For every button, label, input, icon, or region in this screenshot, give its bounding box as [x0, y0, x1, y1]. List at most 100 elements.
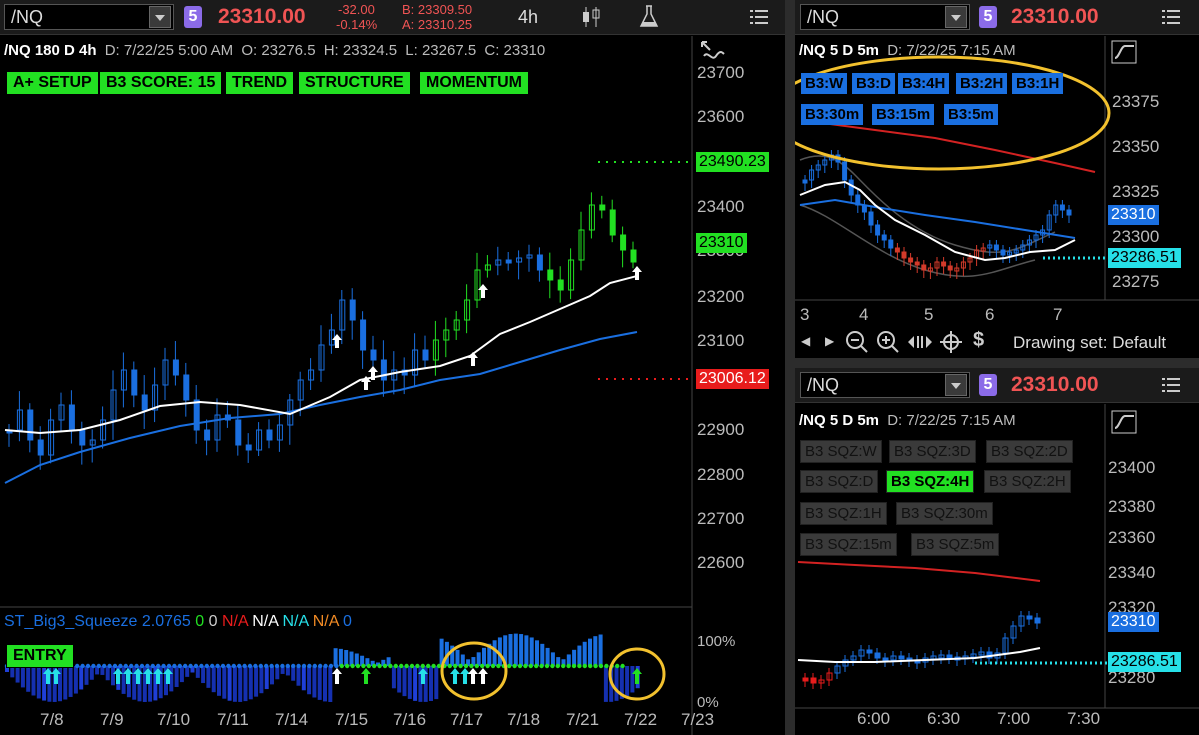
squeeze-button[interactable]: B3 SQZ:30m — [896, 502, 993, 525]
candle-body — [938, 654, 945, 659]
studies-flask-icon[interactable] — [638, 4, 660, 35]
histogram-bar — [593, 636, 598, 666]
squeeze-dot — [199, 663, 204, 669]
zoom-out-icon[interactable] — [845, 330, 869, 358]
b3-30m-button[interactable]: B3:30m — [801, 104, 864, 125]
link-group-badge[interactable]: 5 — [979, 374, 997, 396]
candle-body — [6, 429, 13, 434]
candle-body — [89, 439, 96, 446]
squeeze-button[interactable]: B3 SQZ:5m — [911, 533, 1000, 556]
menu-icon[interactable] — [750, 9, 768, 30]
zoom-in-icon[interactable] — [876, 330, 900, 358]
scroll-left-icon[interactable]: ◀ — [801, 334, 810, 348]
b3-4h-button[interactable]: B3:4H — [898, 73, 950, 94]
candle-body — [930, 655, 937, 660]
menu-icon[interactable] — [1162, 9, 1180, 30]
x-axis-label: 6:00 — [857, 709, 891, 728]
squeeze-button[interactable]: B3 SQZ:4H — [886, 470, 975, 493]
candle-body — [946, 654, 953, 659]
histogram-bar — [15, 666, 20, 683]
candle-body — [464, 299, 471, 321]
candle-body — [828, 154, 834, 161]
symbol-dropdown-button[interactable] — [945, 374, 967, 396]
structure-button[interactable]: STRUCTURE — [298, 71, 411, 95]
squeeze-button[interactable]: B3 SQZ:1H — [800, 502, 887, 525]
chart-mode-icon[interactable] — [1111, 40, 1137, 69]
squeeze-dot — [463, 663, 469, 669]
candle-body — [308, 369, 315, 381]
histogram-bar — [619, 666, 624, 699]
squeeze-dot — [134, 663, 139, 669]
b3-daily-button[interactable]: B3:D — [852, 73, 896, 94]
menu-icon[interactable] — [1162, 377, 1180, 398]
a-plus-setup-button[interactable]: A+ SETUP — [6, 71, 99, 95]
squeeze-dot — [480, 663, 485, 669]
squeeze-dot — [85, 663, 91, 669]
bar-low: L: 23267.5 — [405, 42, 477, 59]
b3-score-button[interactable]: B3 SCORE: 15 — [99, 71, 223, 95]
histogram-bar — [201, 666, 206, 684]
squeeze-button[interactable]: B3 SQZ:2D — [986, 440, 1073, 463]
squeeze-dot — [550, 663, 555, 669]
histogram-bar — [280, 666, 285, 674]
entry-button[interactable]: ENTRY — [6, 644, 74, 668]
drawing-set-label[interactable]: Drawing set: Default — [1013, 333, 1166, 353]
squeeze-dot — [75, 663, 80, 669]
chart-style-icon[interactable] — [580, 5, 602, 34]
link-group-badge[interactable]: 5 — [184, 6, 202, 28]
dollar-icon[interactable]: $ — [973, 329, 984, 352]
x-axis-label: 7:30 — [1067, 709, 1101, 728]
b3-1h-button[interactable]: B3:1H — [1012, 73, 1064, 94]
squeeze-dot — [102, 663, 107, 669]
histogram-bar — [397, 666, 402, 693]
candle-body — [599, 204, 606, 211]
squeeze-button[interactable]: B3 SQZ:D — [800, 470, 879, 493]
candle-body — [328, 329, 335, 346]
candle-body — [287, 399, 294, 426]
candle-body — [908, 257, 914, 263]
b3-5m-button[interactable]: B3:5m — [944, 104, 998, 125]
squeeze-dot — [571, 663, 577, 669]
scroll-right-icon[interactable]: ▶ — [825, 334, 834, 348]
histogram-bar — [508, 634, 513, 666]
candle-body — [1013, 249, 1019, 254]
link-group-badge[interactable]: 5 — [979, 6, 997, 28]
squeeze-button[interactable]: B3 SQZ:2H — [984, 470, 1071, 493]
squeeze-dot — [96, 663, 102, 669]
trend-button[interactable]: TREND — [225, 71, 295, 95]
squeeze-button[interactable]: B3 SQZ:3D — [889, 440, 976, 463]
bar-close: C: 23310 — [484, 42, 546, 59]
timeframe-selector[interactable]: 4h — [518, 7, 538, 28]
momentum-button[interactable]: MOMENTUM — [419, 71, 529, 95]
x-axis-label: 7/22 — [624, 710, 658, 729]
pan-icon[interactable] — [907, 332, 933, 357]
x-axis-label: 7/9 — [100, 710, 124, 729]
x-axis-label: 5 — [924, 305, 934, 324]
squeeze-button[interactable]: B3 SQZ:W — [800, 440, 882, 463]
b3-15m-button[interactable]: B3:15m — [872, 104, 935, 125]
symbol-dropdown-button[interactable] — [149, 6, 171, 28]
squeeze-button[interactable]: B3 SQZ:15m — [800, 533, 897, 556]
candle-body — [568, 259, 575, 291]
histogram-bar — [42, 666, 47, 701]
y-axis-label: 23340 — [1108, 563, 1156, 582]
chart-mode-icon[interactable] — [1111, 410, 1137, 439]
squeeze-dot — [490, 663, 496, 669]
candle-body — [16, 409, 23, 431]
candle-body — [1040, 229, 1046, 236]
candle-body — [922, 657, 929, 663]
histogram-bar — [317, 666, 322, 700]
candle-body — [547, 269, 554, 281]
squeeze-dot — [512, 663, 517, 669]
histogram-bar — [264, 666, 269, 690]
b3-weekly-button[interactable]: B3:W — [801, 73, 848, 94]
histogram-bar — [582, 641, 587, 666]
histogram-bar — [524, 635, 529, 666]
histogram-bar — [307, 666, 312, 695]
signal-arrow-icon — [153, 668, 163, 684]
candle-body — [1059, 204, 1065, 211]
histogram-bar — [630, 666, 635, 693]
crosshair-icon[interactable] — [939, 330, 963, 358]
symbol-dropdown-button[interactable] — [945, 6, 967, 28]
b3-2h-button[interactable]: B3:2H — [956, 73, 1008, 94]
